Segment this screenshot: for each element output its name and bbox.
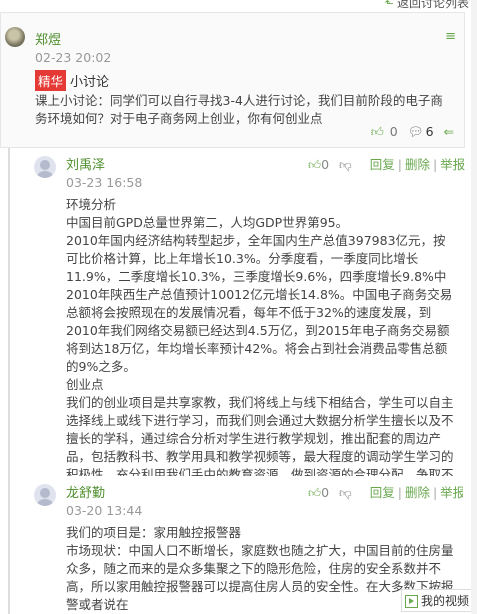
reply-date: 03-20 13:44 bbox=[66, 503, 143, 518]
post-content: 课上小讨论：同学们可以自行寻找3-4人进行讨论，我们目前阶段的电子商务环境如何？… bbox=[35, 93, 443, 126]
reply-paragraph: 创业点 bbox=[66, 377, 104, 392]
reply-paragraph: 2010年国内经济结构转型起步，全年国内生产总值397983亿元，按可比价格计算… bbox=[66, 233, 453, 374]
reply-item: 刘禹泽 03-23 16:58 👍︎0 👎︎ 回复 | 删除 | 举报 环境分析 中国目… bbox=[24, 148, 465, 500]
my-video-label: 我的视频 bbox=[420, 594, 469, 608]
share-icon[interactable]: ⇐ bbox=[444, 124, 454, 139]
post-title: 小讨论 bbox=[70, 75, 110, 90]
reply-button[interactable]: 回复 bbox=[370, 485, 395, 500]
reply-date: 03-23 16:58 bbox=[66, 175, 143, 190]
reply-like-count: 0 bbox=[321, 485, 330, 500]
post-title-row: 精华 小讨论 bbox=[35, 70, 109, 91]
reply-actions: 👍︎0 👎︎ 回复 | 删除 | 举报 bbox=[308, 154, 465, 173]
divider: | bbox=[432, 157, 438, 172]
back-to-discussion-list-link[interactable]: ⬑ 返回讨论列表 bbox=[385, 0, 469, 11]
reply-author-avatar[interactable] bbox=[34, 156, 56, 178]
divider: | bbox=[397, 157, 402, 172]
post-stats: 👍︎ 0 💬︎ 6 ⇐ bbox=[365, 124, 454, 140]
reply-actions: 👍︎0 👎︎ 回复 | 删除 | 举报 bbox=[308, 482, 463, 501]
reply-paragraph: 我们的项目是：家用触控报警器 bbox=[66, 525, 242, 540]
arrow-left-icon: ⬑ bbox=[384, 0, 394, 10]
thumb-up-icon[interactable]: 👍︎ bbox=[371, 124, 384, 139]
reply-author-name[interactable]: 刘禹泽 bbox=[66, 154, 105, 173]
back-link-label: 返回讨论列表 bbox=[396, 0, 469, 10]
reply-item: 龙舒勤 03-20 13:44 👍︎0 👎︎ 回复 | 删除 | 举报 我们的项目是：家… bbox=[24, 476, 463, 614]
featured-badge: 精华 bbox=[35, 70, 67, 91]
reply-like-count: 0 bbox=[321, 157, 330, 172]
thumb-up-icon[interactable]: 👍︎ bbox=[308, 157, 321, 172]
report-button[interactable]: 举报 bbox=[440, 485, 463, 500]
divider: | bbox=[397, 485, 402, 500]
report-button[interactable]: 举报 bbox=[440, 157, 465, 172]
reply-button[interactable]: 回复 bbox=[370, 157, 395, 172]
scrollbar[interactable] bbox=[471, 0, 477, 614]
post-author-name[interactable]: 郑煜 bbox=[35, 29, 61, 48]
divider: | bbox=[432, 485, 438, 500]
thumb-down-icon[interactable]: 👎︎ bbox=[339, 485, 352, 500]
thumb-down-icon[interactable]: 👎︎ bbox=[339, 157, 352, 172]
reply-body: 环境分析 中国目前GPD总量世界第二，人均GDP世界第95。 2010年国内经济… bbox=[66, 196, 458, 502]
thumb-up-icon[interactable]: 👍︎ bbox=[308, 485, 321, 500]
reply-paragraph: 环境分析 bbox=[66, 197, 117, 212]
delete-button[interactable]: 删除 bbox=[405, 485, 430, 500]
reply-paragraph: 中国目前GPD总量世界第二，人均GDP世界第95。 bbox=[66, 215, 349, 230]
reply-body: 我们的项目是：家用触控报警器 市场现状：中国人口不断增长，家庭数也随之扩大，中国… bbox=[66, 524, 458, 614]
reply-paragraph: 市场现状：中国人口不断增长，家庭数也随之扩大，中国目前的住房量众多，随之而来的是… bbox=[66, 543, 454, 612]
play-icon bbox=[404, 595, 418, 608]
main-post: 郑煜 ≡ 02-23 20:02 精华 小讨论 课上小讨论：同学们可以自行寻找3-… bbox=[0, 12, 465, 148]
reply-author-name[interactable]: 龙舒勤 bbox=[66, 482, 105, 501]
reply-author-avatar[interactable] bbox=[34, 484, 56, 506]
my-video-button[interactable]: 我的视频 bbox=[400, 589, 473, 612]
post-reply-count: 6 bbox=[425, 124, 434, 139]
post-author-avatar[interactable] bbox=[5, 27, 25, 47]
comment-icon[interactable]: 💬︎ bbox=[408, 124, 424, 139]
post-date: 02-23 20:02 bbox=[35, 50, 112, 65]
post-like-count: 0 bbox=[389, 124, 398, 139]
delete-button[interactable]: 删除 bbox=[405, 157, 430, 172]
menu-icon[interactable]: ≡ bbox=[445, 29, 456, 44]
